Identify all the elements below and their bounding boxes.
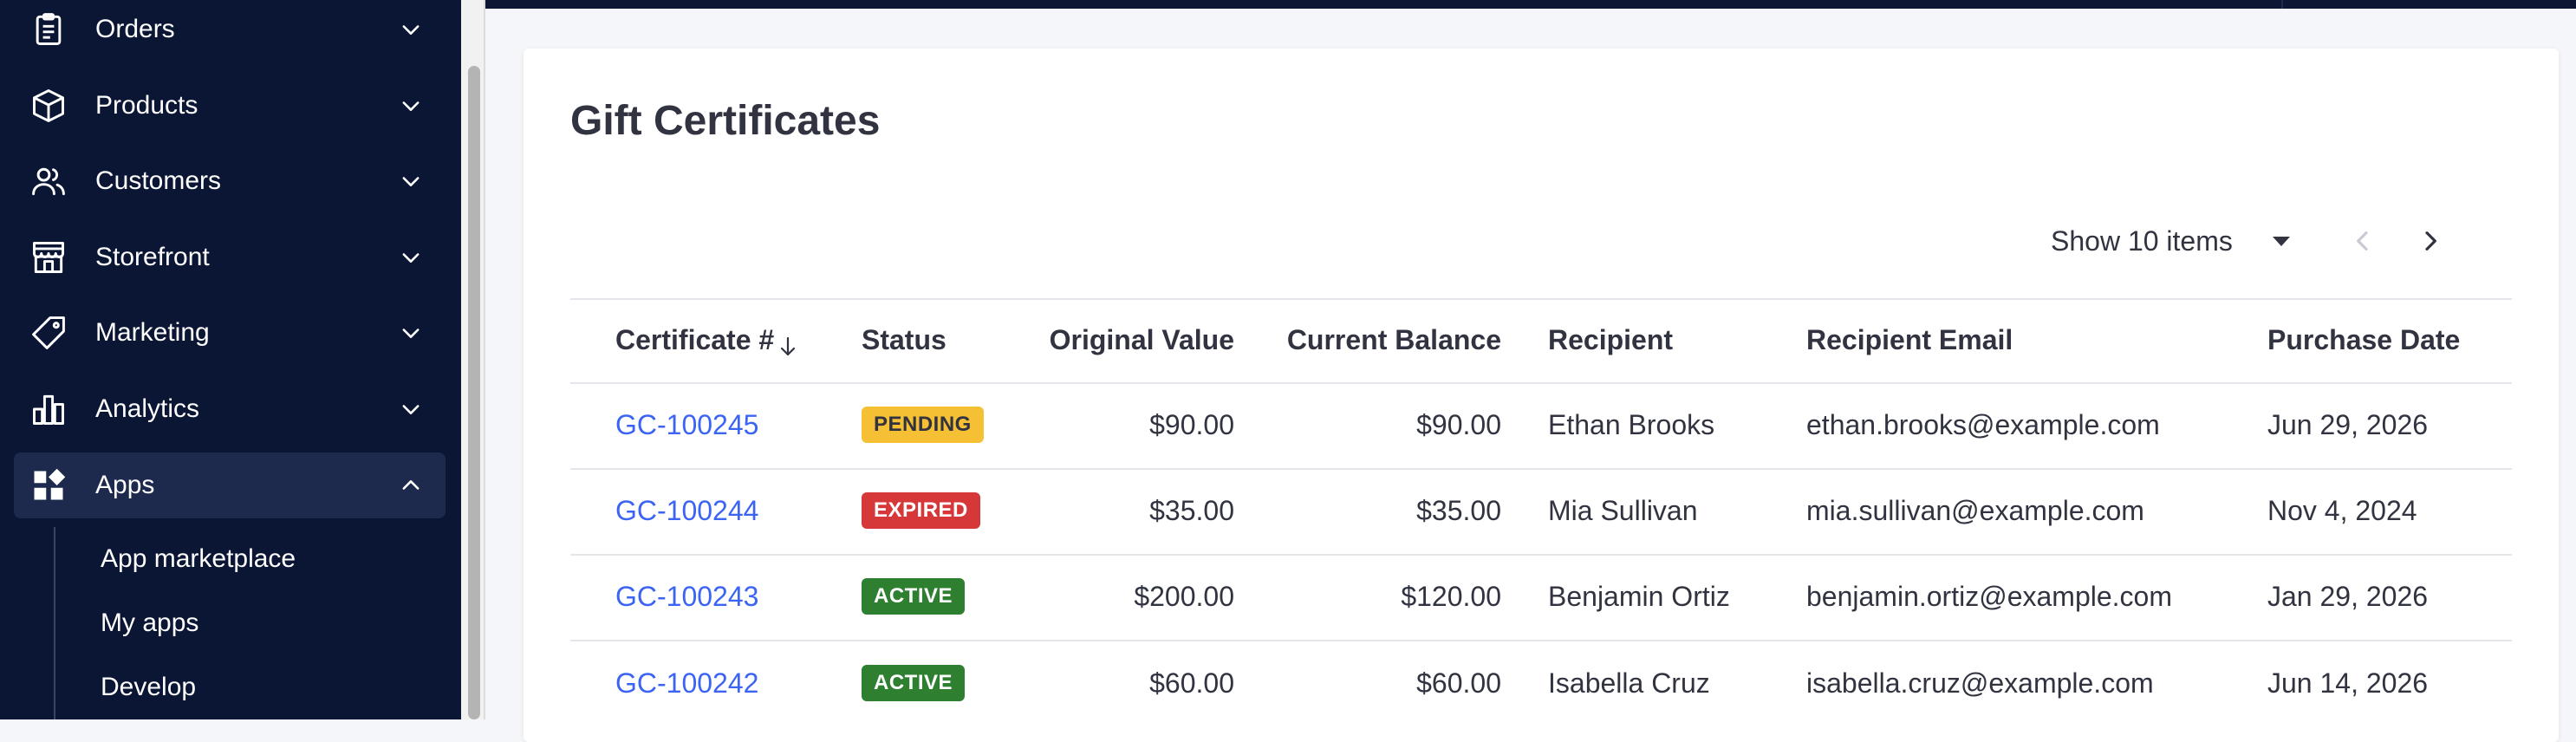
chevron-down-icon[interactable] (399, 397, 423, 421)
purchase-date-cell: Jan 29, 2026 (2267, 581, 2429, 612)
table-row-divider (570, 382, 2512, 384)
column-header-original-value[interactable]: Original Value (1005, 321, 1234, 359)
users-icon (29, 162, 68, 200)
certificate-link[interactable]: GC-100243 (615, 577, 758, 615)
chevron-up-icon[interactable] (399, 473, 423, 498)
subnav-item-develop[interactable]: Develop (101, 666, 196, 709)
sidebar-item-customers[interactable]: Customers (14, 148, 446, 214)
chevron-left-icon[interactable] (2349, 227, 2377, 255)
column-header-certificate[interactable]: Certificate # (615, 321, 798, 359)
table-row-divider (570, 640, 2512, 641)
items-per-page-select[interactable]: Show 10 items (2051, 224, 2233, 258)
recipient-email-cell: mia.sullivan@example.com (1806, 495, 2144, 526)
chevron-right-icon[interactable] (2417, 227, 2444, 255)
original-value-cell: $35.00 (1149, 495, 1234, 526)
page-title: Gift Certificates (570, 98, 881, 144)
status-badge: PENDING (862, 407, 984, 443)
subnav-indent-line (54, 527, 55, 719)
subnav-item-my-apps[interactable]: My apps (101, 602, 198, 645)
original-value-cell: $60.00 (1149, 667, 1234, 699)
chevron-down-icon[interactable] (399, 169, 423, 193)
store-icon (29, 238, 68, 277)
box-icon (29, 87, 68, 125)
current-balance-cell: $35.00 (1416, 495, 1501, 526)
recipient-cell: Mia Sullivan (1548, 495, 1698, 526)
sidebar-item-label: Apps (95, 471, 155, 499)
sidebar-item-label: Marketing (95, 318, 210, 347)
top-bar-divider (2281, 0, 2283, 9)
chevron-down-icon[interactable] (399, 94, 423, 118)
content-card (524, 49, 2559, 742)
original-value-cell: $200.00 (1134, 581, 1234, 612)
column-header-label: Certificate # (615, 324, 775, 355)
sidebar-item-label: Customers (95, 166, 222, 195)
certificate-link[interactable]: GC-100242 (615, 664, 758, 702)
apps-icon (29, 466, 68, 504)
sidebar-item-storefront[interactable]: Storefront (14, 225, 446, 290)
sidebar-item-label: Analytics (95, 394, 200, 423)
sidebar-item-orders[interactable]: Orders (14, 0, 446, 62)
sidebar-scrollbar-thumb[interactable] (468, 66, 480, 719)
sidebar-item-label: Storefront (95, 243, 210, 271)
caret-down-icon[interactable] (2269, 231, 2293, 251)
sidebar-item-marketing[interactable]: Marketing (14, 300, 446, 366)
purchase-date-cell: Jun 29, 2026 (2267, 409, 2429, 440)
recipient-cell: Ethan Brooks (1548, 409, 1715, 440)
status-badge: EXPIRED (862, 492, 980, 529)
purchase-date-cell: Jun 14, 2026 (2267, 667, 2429, 699)
sidebar-item-label: Products (95, 91, 198, 120)
status-badge: ACTIVE (862, 578, 966, 615)
sidebar-item-products[interactable]: Products (14, 73, 446, 139)
recipient-cell: Benjamin Ortiz (1548, 581, 1730, 612)
tag-icon (29, 314, 68, 352)
current-balance-cell: $120.00 (1401, 581, 1501, 612)
chevron-down-icon[interactable] (399, 245, 423, 270)
recipient-cell: Isabella Cruz (1548, 667, 1710, 699)
table-top-divider (570, 298, 2512, 300)
current-balance-cell: $60.00 (1416, 667, 1501, 699)
sidebar: Orders Products Customers Storefront Mar… (0, 0, 461, 719)
column-header-current-balance[interactable]: Current Balance (1245, 321, 1501, 359)
sidebar-item-analytics[interactable]: Analytics (14, 376, 446, 442)
sort-arrow-down-icon[interactable] (777, 330, 798, 355)
purchase-date-cell: Nov 4, 2024 (2267, 495, 2417, 526)
original-value-cell: $90.00 (1149, 409, 1234, 440)
status-badge: ACTIVE (862, 665, 966, 701)
column-header-status[interactable]: Status (862, 321, 946, 359)
recipient-email-cell: isabella.cruz@example.com (1806, 667, 2154, 699)
clipboard-icon (29, 10, 68, 49)
recipient-email-cell: ethan.brooks@example.com (1806, 409, 2160, 440)
column-header-purchase-date[interactable]: Purchase Date (2267, 321, 2460, 359)
certificate-link[interactable]: GC-100245 (615, 406, 758, 444)
table-row-divider (570, 468, 2512, 470)
recipient-email-cell: benjamin.ortiz@example.com (1806, 581, 2172, 612)
column-header-recipient[interactable]: Recipient (1548, 321, 1673, 359)
sidebar-item-label: Orders (95, 15, 175, 43)
certificate-link[interactable]: GC-100244 (615, 491, 758, 530)
current-balance-cell: $90.00 (1416, 409, 1501, 440)
chevron-down-icon[interactable] (399, 321, 423, 345)
table-row-divider (570, 554, 2512, 556)
subnav-item-app-marketplace[interactable]: App marketplace (101, 537, 296, 581)
sidebar-item-apps[interactable]: Apps (14, 452, 446, 518)
chevron-down-icon[interactable] (399, 17, 423, 42)
bar-chart-icon (29, 390, 68, 428)
column-header-recipient-email[interactable]: Recipient Email (1806, 321, 2013, 359)
